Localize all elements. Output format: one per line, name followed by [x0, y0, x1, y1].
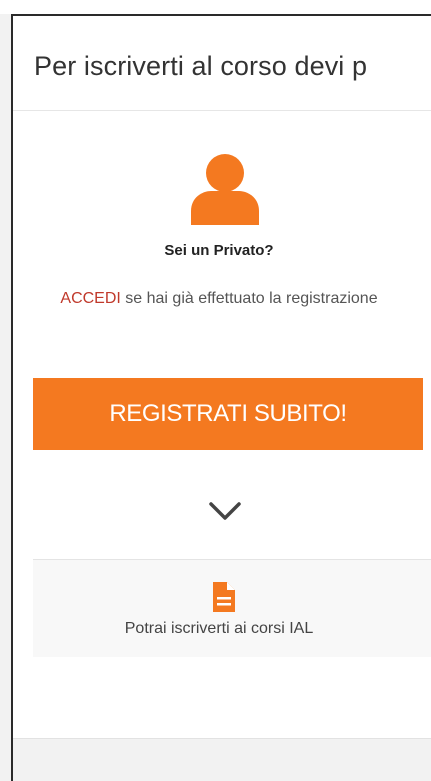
login-prompt-text: se hai già effettuato la registrazione	[120, 290, 378, 307]
register-now-button[interactable]: REGISTRATI SUBITO!	[33, 378, 423, 450]
screen: Per iscriverti al corso devi p Sei un Pr…	[0, 0, 431, 781]
document-icon	[213, 582, 235, 612]
info-text: Potrai iscriverti ai corsi IAL	[124, 620, 314, 637]
modal-title: Per iscriverti al corso devi p	[34, 51, 368, 81]
modal-header: Per iscriverti al corso devi p	[13, 16, 431, 111]
enrollment-modal: Per iscriverti al corso devi p Sei un Pr…	[11, 14, 431, 781]
modal-footer	[13, 738, 431, 781]
page-background	[0, 0, 431, 14]
private-question: Sei un Privato?	[164, 242, 274, 259]
login-link[interactable]: ACCEDI	[60, 290, 120, 307]
chevron-down-icon[interactable]	[208, 500, 242, 522]
person-icon	[191, 154, 259, 225]
login-prompt: ACCEDI se hai già effettuato la registra…	[13, 286, 425, 312]
